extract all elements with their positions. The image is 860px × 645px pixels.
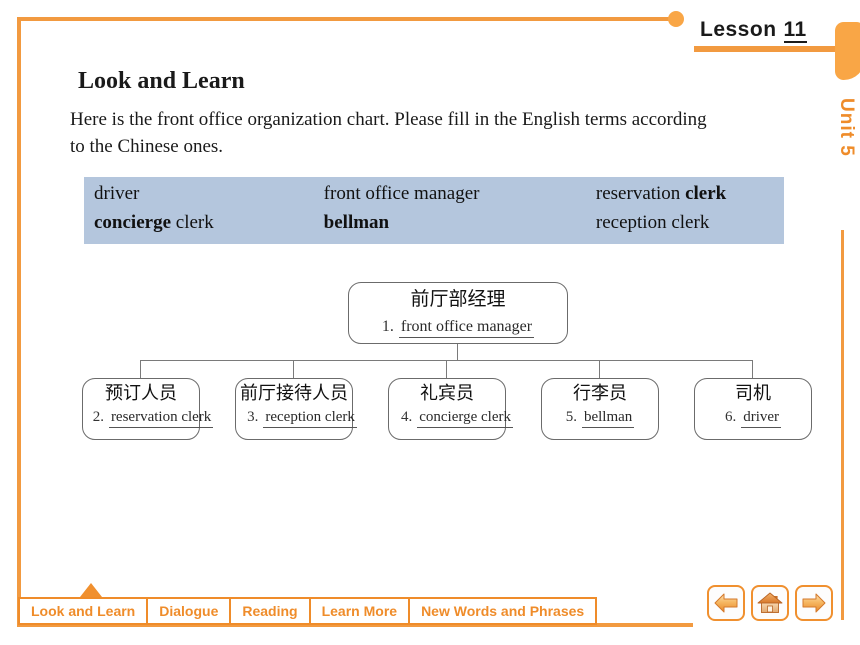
word-bank: driver front office manager reservation … xyxy=(84,177,784,244)
unit-label: Unit 5 xyxy=(836,98,857,157)
page-title: Look and Learn xyxy=(78,68,245,94)
answer-number: 6. xyxy=(724,408,737,425)
connector-line xyxy=(446,360,447,378)
frame-top-rule xyxy=(17,17,677,21)
back-arrow-icon xyxy=(714,593,738,613)
organization-chart: 前厅部经理 1. front office manager 预订人员 2. re… xyxy=(0,262,860,462)
org-node-concierge: 礼宾员 4. concierge clerk xyxy=(388,378,513,440)
lesson-badge: Lesson 11 xyxy=(700,18,807,43)
answer-number: 1. xyxy=(381,317,394,335)
org-node-driver: 司机 6. driver xyxy=(694,378,812,440)
previous-slide-button[interactable] xyxy=(707,585,745,621)
forward-arrow-icon xyxy=(802,593,826,613)
word-bank-item: bellman xyxy=(323,212,390,233)
navigation-buttons xyxy=(707,585,833,621)
connector-line xyxy=(599,360,600,378)
tab-reading[interactable]: Reading xyxy=(230,597,310,625)
answer-blank[interactable]: reservation clerk xyxy=(108,409,214,428)
answer-blank[interactable]: driver xyxy=(741,409,782,428)
org-node-answer: 2. reservation clerk xyxy=(92,408,214,428)
org-node-answer: 6. driver xyxy=(695,409,811,428)
answer-number: 3. xyxy=(247,408,259,425)
word-bank-item: front office manager xyxy=(323,183,480,204)
org-node-chinese-label: 前厅部经理 xyxy=(410,289,506,310)
word-bank-item: driver xyxy=(94,183,140,204)
answer-number: 2. xyxy=(92,408,104,425)
answer-blank[interactable]: front office manager xyxy=(398,318,535,338)
active-tab-marker-icon xyxy=(80,583,102,597)
org-node-reservation: 预订人员 2. reservation clerk xyxy=(82,378,214,440)
slide-canvas: Lesson 11 Unit 5 Look and Learn Here is t… xyxy=(0,0,860,645)
next-slide-button[interactable] xyxy=(795,585,833,621)
answer-blank[interactable]: bellman xyxy=(581,409,635,428)
org-node-reception: 前厅接待人员 3. reception clerk xyxy=(235,378,357,440)
org-node-chinese-label: 礼宾员 xyxy=(420,383,474,403)
tab-look-and-learn[interactable]: Look and Learn xyxy=(18,597,148,625)
section-tab-bar: Look and Learn Dialogue Reading Learn Mo… xyxy=(18,597,598,625)
instruction-text: Here is the front office organization ch… xyxy=(70,109,707,157)
frame-endpoint-dot-icon xyxy=(668,11,684,27)
org-node-answer: 5. bellman xyxy=(542,409,658,428)
lesson-underline-bar xyxy=(694,46,840,52)
org-node-manager: 前厅部经理 1. front office manager xyxy=(348,282,568,344)
connector-line xyxy=(457,344,458,360)
answer-blank[interactable]: concierge clerk xyxy=(417,409,513,428)
answer-number: 5. xyxy=(565,408,577,425)
connector-line xyxy=(293,360,294,378)
tab-dialogue[interactable]: Dialogue xyxy=(147,597,231,625)
connector-line xyxy=(140,360,141,378)
lesson-corner-tab xyxy=(835,22,860,80)
answer-number: 4. xyxy=(400,408,413,425)
word-bank-item: reservation clerk xyxy=(595,183,727,204)
tab-learn-more[interactable]: Learn More xyxy=(309,597,410,625)
word-bank-row: driver front office manager reservation … xyxy=(94,183,784,212)
org-node-answer: 4. concierge clerk xyxy=(399,409,515,428)
home-button[interactable] xyxy=(751,585,789,621)
org-node-bellman: 行李员 5. bellman xyxy=(541,378,659,440)
word-bank-row: concierge clerk bellman reception clerk xyxy=(94,212,784,241)
tab-new-words-and-phrases[interactable]: New Words and Phrases xyxy=(409,597,598,625)
word-bank-item: reception clerk xyxy=(595,212,710,233)
org-node-chinese-label: 前厅接待人员 xyxy=(240,383,348,403)
org-node-answer: 3. reception clerk xyxy=(244,409,360,428)
org-node-chinese-label: 行李员 xyxy=(573,383,627,403)
org-node-chinese-label: 预订人员 xyxy=(105,383,177,403)
org-node-chinese-label: 司机 xyxy=(735,383,771,403)
connector-line xyxy=(752,360,753,378)
lesson-number: 11 xyxy=(783,18,807,43)
home-icon xyxy=(757,592,783,613)
lesson-word: Lesson xyxy=(700,18,777,41)
answer-blank[interactable]: reception clerk xyxy=(263,409,357,428)
word-bank-item: concierge clerk xyxy=(94,212,214,233)
org-node-answer: 1. front office manager xyxy=(349,318,567,338)
